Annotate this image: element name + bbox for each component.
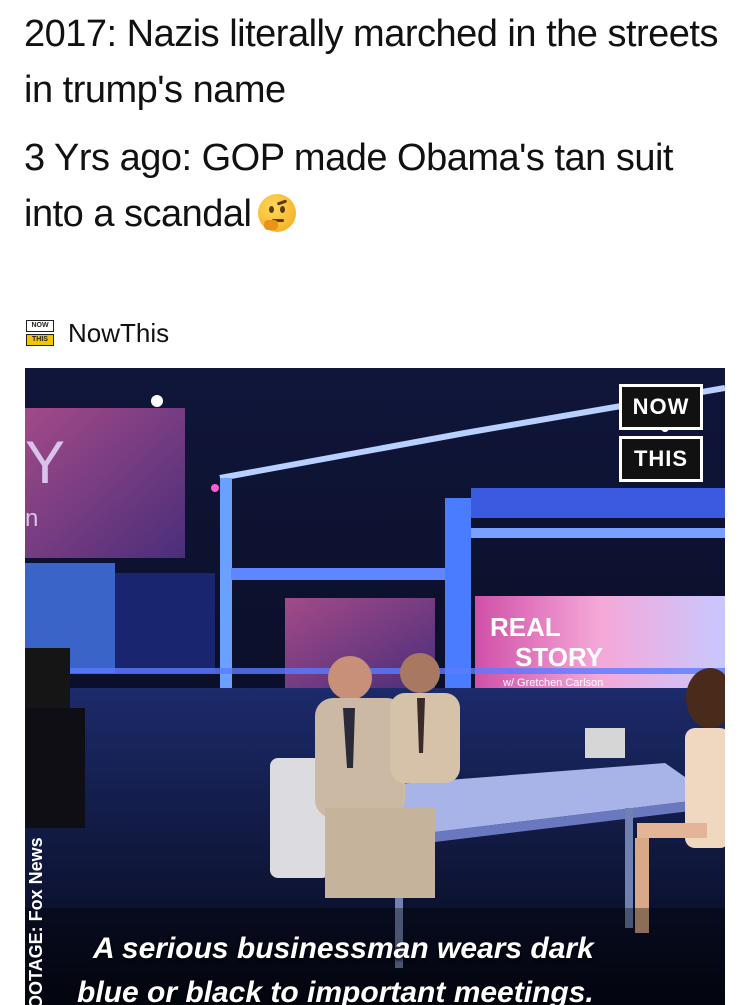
caption-line-2: blue or black to important meetings.	[77, 976, 594, 1005]
man-2	[400, 653, 440, 693]
svg-text:n: n	[25, 505, 38, 532]
set-sign-line1: REAL	[490, 612, 561, 642]
post-line-1: 2017: Nazis literally marched in the str…	[24, 13, 719, 111]
footage-credit: FOOTAGE: Fox News	[26, 837, 46, 1005]
caption-line-1: A serious businessman wears dark	[93, 932, 594, 965]
post-line-2: 3 Yrs ago: GOP made Obama's tan suit int…	[24, 130, 724, 242]
post-line-2-text: 3 Yrs ago: GOP made Obama's tan suit int…	[24, 137, 673, 235]
logo-top-text: NOW	[26, 320, 54, 332]
post-text: 2017: Nazis literally marched in the str…	[24, 6, 724, 254]
video-frame[interactable]: Y n REAL STORY w/ Gretchen Carlson NOW T…	[25, 368, 725, 1005]
man-1	[328, 656, 372, 700]
nowthis-logo-icon: NOW THIS	[26, 320, 54, 346]
embedded-source[interactable]: NOW THIS NowThis	[26, 318, 169, 348]
set-sign-line2: STORY	[515, 642, 603, 672]
svg-text:Y: Y	[25, 429, 65, 496]
set-sign-line3: w/ Gretchen Carlson	[502, 677, 603, 689]
nowthis-badge-now: NOW	[619, 384, 703, 430]
nowthis-badge-this: THIS	[619, 436, 703, 482]
logo-bottom-text: THIS	[26, 334, 54, 346]
source-name[interactable]: NowThis	[68, 318, 169, 349]
thinking-face-icon	[257, 194, 296, 232]
